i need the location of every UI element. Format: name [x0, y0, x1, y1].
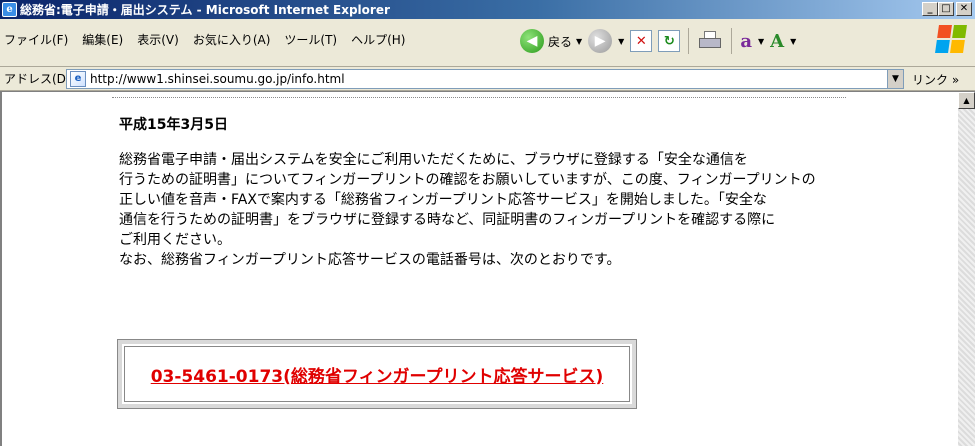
menu-edit[interactable]: 編集(E)	[82, 31, 123, 48]
back-arrow-icon: ◀	[520, 29, 544, 53]
window-controls: _ □ ✕	[922, 2, 972, 16]
refresh-icon[interactable]: ↻	[658, 30, 681, 52]
window-title: 総務省:電子申請・届出システム - Microsoft Internet Exp…	[20, 3, 390, 17]
maximize-button[interactable]: □	[938, 2, 954, 16]
paragraph-line: 行うための証明書」についてフィンガープリントの確認をお願いしていますが、この度、…	[119, 172, 816, 188]
page-date: 平成15年3月5日	[119, 117, 228, 133]
menu-file[interactable]: ファイル(F)	[4, 31, 68, 48]
back-label: 戻る	[548, 34, 573, 49]
page-icon: e	[70, 71, 86, 87]
menu-view[interactable]: 表示(V)	[137, 31, 179, 48]
print-icon[interactable]	[697, 30, 723, 52]
standard-toolbar: ◀ 戻る ▼ ▶ ▼ ✕ ↻ a ▼ A ▼	[520, 23, 796, 59]
menu-help[interactable]: ヘルプ(H)	[351, 31, 405, 48]
address-label: アドレス(D)	[4, 72, 71, 86]
text-size-icon[interactable]: A	[770, 31, 784, 52]
toolbar-separator	[688, 28, 690, 54]
links-button[interactable]: リンク »	[912, 71, 959, 88]
back-button[interactable]: ◀ 戻る ▼	[520, 29, 582, 53]
text-size-dropdown-icon[interactable]: ▼	[790, 37, 796, 46]
page-content: 平成15年3月5日 総務省電子申請・届出システムを安全にご利用いただくために、ブ…	[0, 91, 975, 446]
close-button[interactable]: ✕	[956, 2, 972, 16]
forward-dropdown-icon[interactable]: ▼	[618, 37, 624, 46]
address-bar: アドレス(D) e http://www1.shinsei.soumu.go.j…	[0, 67, 975, 91]
ie-page-icon: e	[2, 2, 17, 17]
menu-toolbar: ファイル(F) 編集(E) 表示(V) お気に入り(A) ツール(T) ヘルプ(…	[0, 19, 975, 67]
minimize-button[interactable]: _	[922, 2, 938, 16]
toolbar-separator	[731, 28, 733, 54]
paragraph-line: 総務省電子申請・届出システムを安全にご利用いただくために、ブラウザに登録する「安…	[119, 152, 748, 168]
address-dropdown-icon[interactable]: ▼	[887, 70, 903, 88]
stop-icon[interactable]: ✕	[630, 30, 653, 52]
encoding-dropdown-icon[interactable]: ▼	[758, 37, 764, 46]
paragraph-line: 正しい値を音声・FAXで案内する「総務省フィンガープリント応答サービス」を開始し…	[119, 192, 767, 208]
paragraph-line: なお、総務省フィンガープリント応答サービスの電話番号は、次のとおりです。	[119, 252, 621, 268]
address-input[interactable]: e http://www1.shinsei.soumu.go.jp/info.h…	[66, 69, 904, 89]
forward-arrow-icon[interactable]: ▶	[588, 29, 613, 53]
scroll-up-arrow-icon[interactable]: ▲	[958, 92, 975, 109]
phone-number-link[interactable]: 03-5461-0173(総務省フィンガープリント応答サービス)	[151, 362, 604, 387]
menu-favorites[interactable]: お気に入り(A)	[193, 31, 271, 48]
vertical-scrollbar[interactable]: ▲	[958, 92, 975, 446]
window-titlebar: e 総務省:電子申請・届出システム - Microsoft Internet E…	[0, 0, 975, 19]
encoding-icon[interactable]: a	[740, 31, 752, 52]
dotted-divider	[112, 97, 846, 98]
menu-bar: ファイル(F) 編集(E) 表示(V) お気に入り(A) ツール(T) ヘルプ(…	[4, 31, 405, 48]
address-url: http://www1.shinsei.soumu.go.jp/info.htm…	[90, 72, 345, 86]
paragraph-line: 通信を行うための証明書」をブラウザに登録する時など、同証明書のフィンガープリント…	[119, 212, 776, 228]
back-dropdown-icon[interactable]: ▼	[576, 37, 582, 46]
phone-number-box: 03-5461-0173(総務省フィンガープリント応答サービス)	[117, 339, 637, 409]
notice-paragraph: 総務省電子申請・届出システムを安全にご利用いただくために、ブラウザに登録する「安…	[119, 150, 859, 270]
menu-tools[interactable]: ツール(T)	[284, 31, 337, 48]
paragraph-line: ご利用ください。	[119, 232, 231, 248]
windows-logo-icon	[935, 25, 967, 53]
